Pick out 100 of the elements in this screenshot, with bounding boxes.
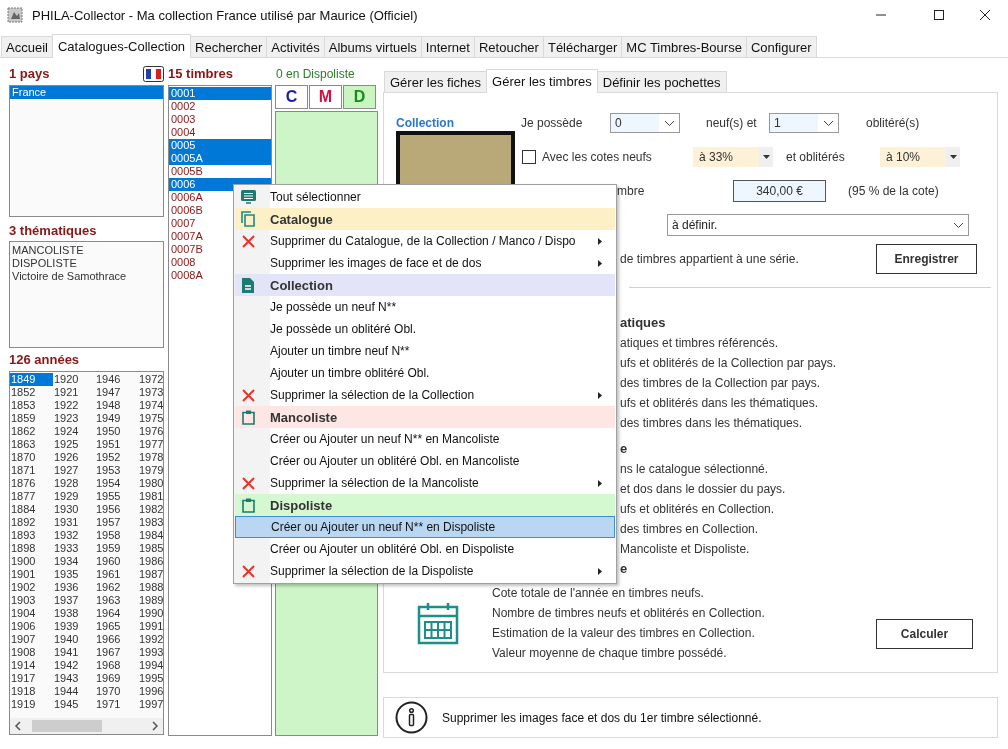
year-item[interactable]: 1950	[95, 425, 138, 438]
year-item[interactable]: 1973	[138, 386, 162, 399]
year-item[interactable]: 1980	[138, 477, 162, 490]
scroll-left-icon[interactable]	[14, 721, 22, 731]
menu-item[interactable]: Créer ou Ajouter un oblitéré Obl. en Dispoliste	[235, 538, 615, 560]
calculate-button[interactable]: Calculer	[876, 619, 973, 649]
year-item[interactable]: 1906	[10, 620, 53, 633]
year-item[interactable]: 1975	[138, 412, 162, 425]
year-item[interactable]: 1985	[138, 542, 162, 555]
menu-item[interactable]: Créer ou Ajouter un neuf N** en Mancoliste	[235, 428, 615, 450]
country-item[interactable]: France	[10, 86, 163, 99]
list-toggle-button[interactable]: M	[309, 85, 342, 109]
series-select[interactable]: à définir.	[667, 214, 969, 236]
theme-item[interactable]: MANCOLISTE	[10, 244, 163, 257]
year-item[interactable]: 1898	[10, 542, 53, 555]
year-item[interactable]: 1954	[95, 477, 138, 490]
year-item[interactable]: 1971	[95, 698, 138, 711]
flag-icon[interactable]	[143, 66, 164, 82]
year-item[interactable]: 1982	[138, 503, 162, 516]
year-item[interactable]: 1933	[53, 542, 95, 555]
year-item[interactable]: 1984	[138, 529, 162, 542]
new-count-select[interactable]: 0	[610, 113, 680, 133]
tab[interactable]: Albums virtuels	[323, 36, 422, 57]
year-item[interactable]: 1964	[95, 607, 138, 620]
year-item[interactable]: 1871	[10, 464, 53, 477]
stamp-item[interactable]: 0002	[169, 100, 271, 113]
stamp-item[interactable]: 0005	[169, 139, 271, 152]
year-item[interactable]: 1937	[53, 594, 95, 607]
year-item[interactable]: 1974	[138, 399, 162, 412]
year-item[interactable]: 1997	[138, 698, 162, 711]
year-item[interactable]: 1977	[138, 438, 162, 451]
year-item[interactable]: 1962	[95, 581, 138, 594]
year-item[interactable]: 1967	[95, 646, 138, 659]
year-item[interactable]: 1884	[10, 503, 53, 516]
save-button[interactable]: Enregistrer	[876, 244, 977, 274]
year-item[interactable]: 1987	[138, 568, 162, 581]
year-item[interactable]: 1948	[95, 399, 138, 412]
year-item[interactable]: 1931	[53, 516, 95, 529]
menu-item[interactable]: Créer ou Ajouter un neuf N** en Dispoliste	[235, 516, 615, 538]
year-item[interactable]: 1951	[95, 438, 138, 451]
year-item[interactable]: 1957	[95, 516, 138, 529]
menu-item[interactable]: Ajouter un timbre neuf N**	[235, 340, 615, 362]
tab[interactable]: MC Timbres-Bourse	[621, 36, 747, 57]
menu-item[interactable]: Je possède un neuf N**	[235, 296, 615, 318]
tab[interactable]: Définir les pochettes	[596, 71, 727, 92]
year-item[interactable]: 1908	[10, 646, 53, 659]
year-item[interactable]: 1870	[10, 451, 53, 464]
year-item[interactable]: 1924	[53, 425, 95, 438]
tab[interactable]: Accueil	[1, 36, 53, 57]
year-item[interactable]: 1944	[53, 685, 95, 698]
year-item[interactable]: 1972	[138, 373, 162, 386]
year-item[interactable]: 1918	[10, 685, 53, 698]
tab[interactable]: Configurer	[745, 36, 817, 57]
year-item[interactable]: 1955	[95, 490, 138, 503]
year-item[interactable]: 1920	[53, 373, 95, 386]
stamp-item[interactable]: 0005B	[169, 165, 271, 178]
year-item[interactable]: 1943	[53, 672, 95, 685]
scroll-thumb[interactable]	[32, 720, 102, 732]
tab[interactable]: Gérer les timbres	[486, 69, 598, 93]
year-item[interactable]: 1914	[10, 659, 53, 672]
year-item[interactable]: 1947	[95, 386, 138, 399]
year-item[interactable]: 1853	[10, 399, 53, 412]
year-item[interactable]: 1976	[138, 425, 162, 438]
list-toggle-button[interactable]: D	[343, 85, 376, 109]
year-item[interactable]: 1935	[53, 568, 95, 581]
year-item[interactable]: 1996	[138, 685, 162, 698]
new-rate-dropdown[interactable]: à 33%	[693, 147, 773, 167]
list-toggle-button[interactable]: C	[275, 85, 308, 109]
year-item[interactable]: 1852	[10, 386, 53, 399]
price-field[interactable]: 340,00 €	[733, 180, 826, 202]
year-item[interactable]: 1993	[138, 646, 162, 659]
stamp-item[interactable]: 0004	[169, 126, 271, 139]
year-item[interactable]: 1926	[53, 451, 95, 464]
theme-item[interactable]: DISPOLISTE	[10, 257, 163, 270]
tab[interactable]: Activités	[266, 36, 325, 57]
year-item[interactable]: 1863	[10, 438, 53, 451]
year-item[interactable]: 1859	[10, 412, 53, 425]
menu-item[interactable]: Créer ou Ajouter un oblitéré Obl. en Mancoliste	[235, 450, 615, 472]
year-item[interactable]: 1919	[10, 698, 53, 711]
year-item[interactable]: 1966	[95, 633, 138, 646]
tab[interactable]: Retoucher	[473, 36, 544, 57]
year-item[interactable]: 1877	[10, 490, 53, 503]
year-item[interactable]: 1988	[138, 581, 162, 594]
menu-item[interactable]: Supprimer la sélection de la Dispoliste	[235, 560, 615, 582]
year-item[interactable]: 1939	[53, 620, 95, 633]
year-item[interactable]: 1995	[138, 672, 162, 685]
tab[interactable]: Catalogues-Collection	[51, 34, 192, 58]
tab[interactable]: Télécharger	[542, 36, 623, 57]
year-item[interactable]: 1849	[10, 373, 53, 386]
year-item[interactable]: 1958	[95, 529, 138, 542]
year-item[interactable]: 1989	[138, 594, 162, 607]
year-item[interactable]: 1953	[95, 464, 138, 477]
year-item[interactable]: 1969	[95, 672, 138, 685]
year-item[interactable]: 1927	[53, 464, 95, 477]
year-item[interactable]: 1952	[95, 451, 138, 464]
year-item[interactable]: 1901	[10, 568, 53, 581]
year-item[interactable]: 1965	[95, 620, 138, 633]
year-item[interactable]: 1936	[53, 581, 95, 594]
year-item[interactable]: 1923	[53, 412, 95, 425]
used-rate-dropdown[interactable]: à 10%	[880, 147, 960, 167]
